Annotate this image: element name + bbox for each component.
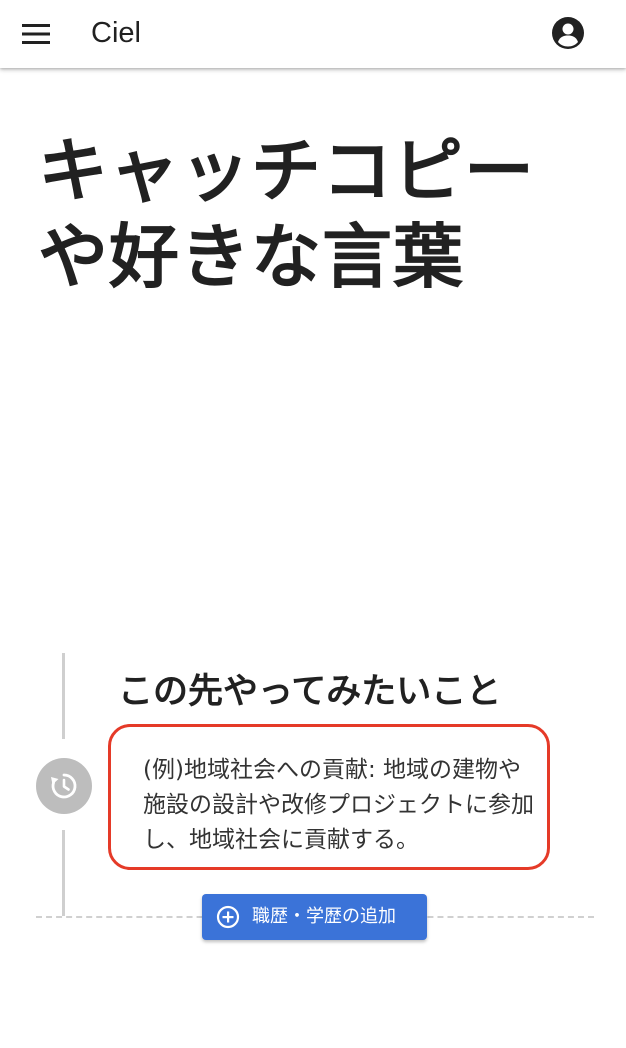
account-button[interactable]	[546, 11, 590, 55]
add-career-education-label: 職歴・学歴の追加	[252, 906, 396, 927]
history-icon	[51, 773, 77, 799]
future-goals-heading: この先やってみたいこと	[118, 672, 502, 712]
menu-icon	[22, 24, 50, 44]
timeline-node	[36, 758, 92, 814]
future-goal-example-text: (例)地域社会への貢献: 地域の建物や施設の設計や改修プロジェクトに参加し、地域…	[143, 757, 534, 853]
account-circle-icon	[552, 17, 584, 49]
app-bar: Ciel	[0, 0, 626, 68]
app-title: Ciel	[91, 17, 141, 49]
catchphrase-line-2: や好きな言葉	[38, 216, 464, 298]
add-circle-icon	[216, 905, 240, 929]
timeline-line-bottom	[62, 830, 65, 916]
menu-button[interactable]	[14, 12, 58, 56]
catchphrase-heading: キャッチコピー や好きな言葉	[38, 128, 598, 300]
add-career-education-button[interactable]: 職歴・学歴の追加	[202, 894, 427, 940]
timeline-line-top	[62, 653, 65, 739]
catchphrase-line-1: キャッチコピー	[38, 130, 535, 212]
future-goal-card[interactable]: (例)地域社会への貢献: 地域の建物や施設の設計や改修プロジェクトに参加し、地域…	[108, 724, 550, 870]
